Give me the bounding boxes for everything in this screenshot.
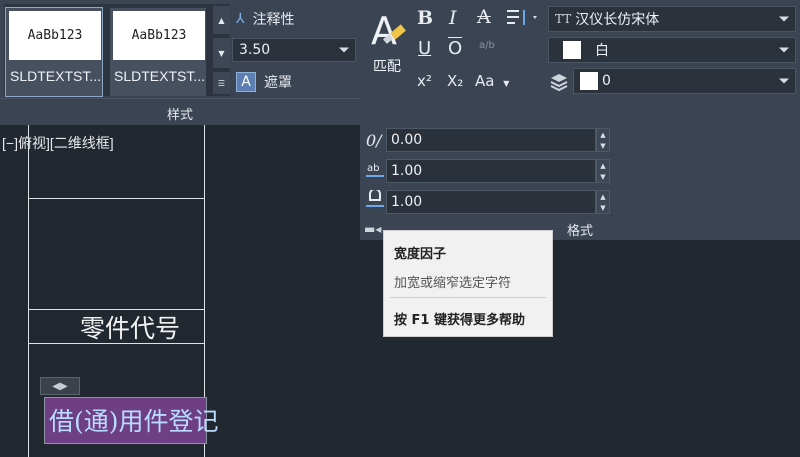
line-spacing-icon xyxy=(507,10,537,25)
chevron-down-icon: ▼ xyxy=(503,79,510,88)
mask-toggle[interactable]: A 遮罩 xyxy=(236,71,292,93)
mask-label: 遮罩 xyxy=(264,75,292,91)
layer-value: 0 xyxy=(602,73,611,89)
width-factor-tooltip: 宽度因子 加宽或缩窄选定字符 按 F1 键获得更多帮助 xyxy=(383,230,553,337)
style-name: SLDTEXTST... xyxy=(114,68,206,84)
line-spacing-button[interactable] xyxy=(505,8,539,28)
width-factor-icon xyxy=(365,188,385,212)
gallery-scroll-down-button[interactable]: ▼ xyxy=(213,38,230,68)
color-select[interactable]: 白 xyxy=(548,37,796,63)
style-preview: AaBb123 xyxy=(113,11,205,60)
stack-button[interactable]: a/b xyxy=(479,40,495,51)
italic-button[interactable]: I xyxy=(449,7,457,29)
gallery-expand-button[interactable]: ☰ xyxy=(213,72,230,94)
oblique-angle-icon: 0/ xyxy=(366,131,382,150)
underline-button[interactable]: U xyxy=(418,38,431,59)
text-width-grip[interactable]: ◀▶ xyxy=(40,377,80,395)
tooltip-divider xyxy=(390,297,546,298)
oblique-angle-spinner[interactable]: ▲ ▼ xyxy=(596,128,610,152)
editing-text[interactable]: 借(通)用件登记 xyxy=(49,402,219,438)
tooltip-description: 加宽或缩窄选定字符 xyxy=(394,276,512,291)
case-icon: Aa xyxy=(475,72,495,90)
viewport-label[interactable]: [−]俯视][二维线框] xyxy=(2,133,114,153)
part-code-text[interactable]: 零件代号 xyxy=(80,309,180,345)
gallery-scroll-up-button[interactable]: ▲ xyxy=(213,6,230,34)
chevron-down-icon xyxy=(779,47,789,53)
text-style-item-2[interactable]: AaBb123 SLDTEXTST... xyxy=(110,8,206,96)
chevron-down-icon xyxy=(339,47,349,53)
tracking-input[interactable]: 1.00 xyxy=(386,159,596,183)
layer-select[interactable]: 0 xyxy=(573,68,796,94)
strikethrough-button[interactable]: A xyxy=(477,6,491,28)
mask-icon: A xyxy=(236,72,256,92)
chevron-down-icon xyxy=(779,16,789,22)
pin-icon[interactable]: ▬◂ xyxy=(364,222,381,236)
match-brush-icon: A xyxy=(371,9,406,53)
subscript-button[interactable]: X₂ xyxy=(447,72,463,90)
width-factor-spinner[interactable]: ▲ ▼ xyxy=(596,190,610,214)
table-line xyxy=(28,198,204,199)
match-format-button[interactable]: A 匹配 xyxy=(367,6,407,75)
style-panel: AaBb123 SLDTEXTST... AaBb123 SLDTEXTST..… xyxy=(0,0,360,125)
font-name: 汉仪长仿宋体 xyxy=(575,12,660,28)
annotative-toggle[interactable]: ⅄ 注释性 xyxy=(236,8,295,30)
tracking-icon: ab xyxy=(365,160,385,182)
annotative-label: 注释性 xyxy=(252,12,295,28)
superscript-button[interactable]: x² xyxy=(417,72,432,90)
oblique-angle-input[interactable]: 0.00 xyxy=(386,128,596,152)
font-select[interactable]: TT 汉仪长仿宋体 xyxy=(548,6,796,32)
text-edit-box[interactable]: 借(通)用件登记 xyxy=(44,397,219,444)
text-height-value: 3.50 xyxy=(239,42,271,58)
text-style-item-1[interactable]: AaBb123 SLDTEXTST... xyxy=(5,7,103,97)
width-factor-input[interactable]: 1.00 xyxy=(386,190,596,214)
text-style-gallery: AaBb123 SLDTEXTST... AaBb123 SLDTEXTST..… xyxy=(4,4,230,97)
chevron-down-icon xyxy=(779,78,789,84)
svg-text:ab: ab xyxy=(367,163,379,174)
panel-divider xyxy=(0,98,360,99)
truetype-font-icon: TT xyxy=(555,12,572,26)
color-swatch xyxy=(563,41,581,59)
layers-icon xyxy=(548,70,570,92)
tracking-spinner[interactable]: ▲ ▼ xyxy=(596,159,610,183)
text-height-select[interactable]: 3.50 xyxy=(232,38,356,62)
annotative-icon: ⅄ xyxy=(236,11,245,27)
bold-button[interactable]: B xyxy=(417,7,433,29)
overline-button[interactable]: O xyxy=(448,38,462,59)
tooltip-title: 宽度因子 xyxy=(394,247,447,262)
svg-text:A: A xyxy=(371,9,397,52)
table-border-left xyxy=(28,125,29,457)
layer-swatch xyxy=(580,72,598,90)
color-name: 白 xyxy=(595,43,609,59)
style-panel-title: 样式 xyxy=(166,108,193,123)
style-name: SLDTEXTST... xyxy=(10,68,102,84)
style-preview: AaBb123 xyxy=(9,11,101,60)
change-case-button[interactable]: Aa ▼ xyxy=(475,72,509,90)
match-label: 匹配 xyxy=(373,59,401,75)
tooltip-help: 按 F1 键获得更多帮助 xyxy=(394,313,525,328)
